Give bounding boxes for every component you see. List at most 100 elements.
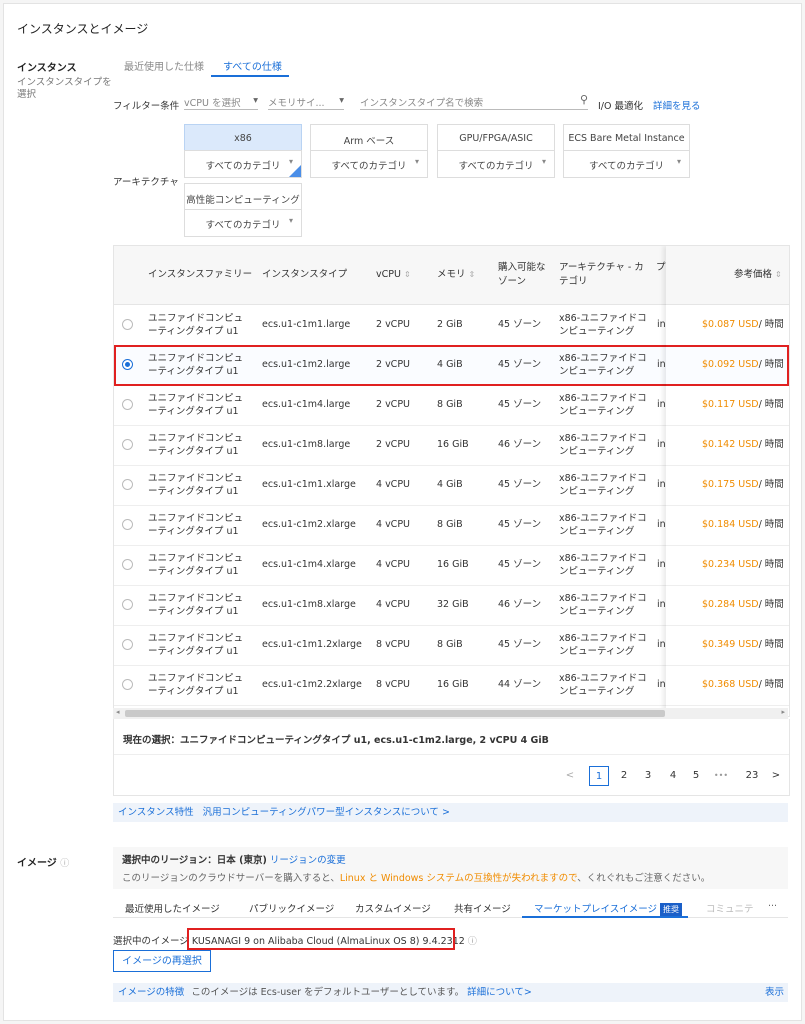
cell-arch: x86-ユニファイドコ ンピューティング xyxy=(559,512,647,538)
arch-card-gpu[interactable]: GPU/FPGA/ASIC すべてのカテゴリ ▾ xyxy=(437,124,555,178)
cell-memory: 4 GiB xyxy=(437,359,463,370)
arch-card-arm[interactable]: Arm ベース すべてのカテゴリ ▾ xyxy=(310,124,428,178)
arch-card-hpc[interactable]: 高性能コンピューティング すべてのカテゴリ ▾ xyxy=(184,183,302,237)
table-row[interactable]: ユニファイドコンピュ ーティングタイプ u1 ecs.u1-c1m8.xlarge 4… xyxy=(114,585,789,626)
sort-icon[interactable]: ⇕ xyxy=(775,270,782,279)
family-line2: ーティングタイプ u1 xyxy=(148,366,239,377)
cell-zones: 45 ゾーン xyxy=(498,319,542,330)
arch-category-select[interactable]: すべてのカテゴリ ▾ xyxy=(184,150,302,178)
tab-recent-images[interactable]: 最近使用したイメージ xyxy=(125,901,220,915)
pagination-ellipsis[interactable]: ••• xyxy=(711,766,731,786)
arch-category-select[interactable]: すべてのカテゴリ ▾ xyxy=(184,209,302,237)
page-5-button[interactable]: 5 xyxy=(686,766,706,786)
arch-category-select[interactable]: すべてのカテゴリ ▾ xyxy=(563,150,690,178)
scrollbar-thumb[interactable] xyxy=(125,710,665,717)
tab-custom-images[interactable]: カスタムイメージ xyxy=(355,901,431,915)
table-row[interactable]: ユニファイドコンピュ ーティングタイプ u1 ecs.u1-c1m2.xlarge 4… xyxy=(114,505,789,546)
cell-vcpu: 2 vCPU xyxy=(376,399,411,410)
region-notice-post: 、くれぐれもご注意ください。 xyxy=(577,873,711,884)
cell-family: ユニファイドコンピュ ーティングタイプ u1 xyxy=(148,592,243,618)
row-radio-button[interactable] xyxy=(122,319,133,330)
horizontal-scrollbar[interactable]: ◂ ▸ xyxy=(113,708,788,719)
family-line2: ーティングタイプ u1 xyxy=(148,686,239,697)
details-link[interactable]: 詳細を見る xyxy=(653,98,701,112)
row-radio-button[interactable] xyxy=(122,399,133,410)
image-feature-bar: イメージの特徴 このイメージは Ecs-user をデフォルトユーザーとしていま… xyxy=(113,983,788,1002)
page-3-button[interactable]: 3 xyxy=(638,766,658,786)
header-memory-label: メモリ xyxy=(437,269,466,280)
table-row[interactable]: ユニファイドコンピュ ーティングタイプ u1 ecs.u1-c1m4.xlarge 4… xyxy=(114,545,789,586)
arch-category-select[interactable]: すべてのカテゴリ ▾ xyxy=(310,150,428,178)
sort-icon[interactable]: ⇕ xyxy=(404,270,411,279)
recommended-badge: 推奨 xyxy=(660,903,683,916)
page-1-button[interactable]: 1 xyxy=(589,766,609,786)
tab-community-images[interactable]: コミュニテ xyxy=(706,901,754,915)
arch-card-title: GPU/FPGA/ASIC xyxy=(459,133,533,144)
table-row[interactable]: ユニファイドコンピュ ーティングタイプ u1 ecs.u1-c1m4.large 2 … xyxy=(114,385,789,426)
search-icon[interactable]: ⚲ xyxy=(580,93,588,106)
help-icon[interactable]: ⓘ xyxy=(60,859,69,869)
row-radio-button[interactable] xyxy=(122,679,133,690)
more-tabs-icon[interactable]: ··· xyxy=(768,901,777,912)
table-row[interactable]: ユニファイドコンピュ ーティングタイプ u1 ecs.u1-c1m2.large 2 … xyxy=(114,345,789,386)
region-line: 選択中のリージョン：日本 (東京) リージョンの変更 xyxy=(122,852,346,866)
arch-category-select[interactable]: すべてのカテゴリ ▾ xyxy=(437,150,555,178)
family-line2: ーティングタイプ u1 xyxy=(148,526,239,537)
instance-feature-link[interactable]: 汎用コンピューティングパワー型インスタンスについて > xyxy=(203,807,450,818)
header-price[interactable]: 参考価格 ⇕ xyxy=(734,268,782,282)
row-radio-button[interactable] xyxy=(122,599,133,610)
cell-memory: 2 GiB xyxy=(437,319,463,330)
arch-card-bare-metal[interactable]: ECS Bare Metal Instance すべてのカテゴリ ▾ xyxy=(563,124,690,178)
row-radio-button[interactable] xyxy=(122,439,133,450)
page-4-button[interactable]: 4 xyxy=(663,766,683,786)
arch-line2: ンピューティング xyxy=(559,606,635,617)
reselect-image-button[interactable]: イメージの再選択 xyxy=(113,950,211,972)
row-radio-button[interactable] xyxy=(122,479,133,490)
tab-recent-specs[interactable]: 最近使用した仕様 xyxy=(124,58,204,73)
cell-memory: 8 GiB xyxy=(437,519,463,530)
image-feature-link[interactable]: 詳細について> xyxy=(467,987,532,998)
instance-feature-bar: インスタンス特性 汎用コンピューティングパワー型インスタンスについて > xyxy=(113,803,788,822)
prev-page-button[interactable]: < xyxy=(560,766,580,786)
sort-icon[interactable]: ⇕ xyxy=(469,270,476,279)
price-value: $0.087 USD xyxy=(702,319,759,330)
arch-card-x86[interactable]: x86 すべてのカテゴリ ▾ xyxy=(184,124,302,178)
scroll-left-icon[interactable]: ◂ xyxy=(116,708,120,716)
page-last-button[interactable]: 23 xyxy=(742,766,762,786)
tab-all-specs[interactable]: すべての仕様 xyxy=(223,58,282,73)
tab-marketplace-images[interactable]: マーケットプレイスイメージ 推奨 xyxy=(534,901,683,916)
header-vcpu[interactable]: vCPU ⇕ xyxy=(376,268,411,282)
page-2-button[interactable]: 2 xyxy=(614,766,634,786)
cell-price: $0.368 USD/ 時間 xyxy=(702,678,784,691)
table-row[interactable]: ユニファイドコンピュ ーティングタイプ u1 ecs.u1-c1m2.2xlarge… xyxy=(114,665,789,706)
header-cut: プ xyxy=(656,262,666,273)
vcpu-select[interactable]: vCPU を選択 ▾ xyxy=(184,95,258,110)
tab-shared-images[interactable]: 共有イメージ xyxy=(454,901,511,915)
next-page-button[interactable]: > xyxy=(766,766,786,786)
table-row[interactable]: ユニファイドコンピュ ーティングタイプ u1 ecs.u1-c1m1.2xlarge… xyxy=(114,625,789,666)
tab-public-images[interactable]: パブリックイメージ xyxy=(249,901,334,915)
row-radio-button[interactable] xyxy=(122,519,133,530)
row-radio-button[interactable] xyxy=(122,639,133,650)
page-title: インスタンスとイメージ xyxy=(17,22,149,36)
row-radio-button[interactable] xyxy=(122,559,133,570)
memory-select[interactable]: メモリサイ... ▾ xyxy=(268,95,344,110)
search-input[interactable]: インスタンスタイプ名で検索 ⚲ xyxy=(360,93,588,110)
region-change-link[interactable]: リージョンの変更 xyxy=(270,855,346,866)
cell-type: ecs.u1-c1m4.xlarge xyxy=(262,559,356,570)
header-memory[interactable]: メモリ ⇕ xyxy=(437,268,475,282)
region-notice-pre: このリージョンのクラウドサーバーを購入すると、 xyxy=(122,873,340,884)
image-feature-label: イメージの特徴 xyxy=(118,987,185,998)
row-radio-button[interactable] xyxy=(122,359,133,370)
help-icon[interactable]: ⓘ xyxy=(468,937,477,947)
arch-line2: ンピューティング xyxy=(559,486,635,497)
instance-sublabel-2: 選択 xyxy=(17,89,37,100)
table-row[interactable]: ユニファイドコンピュ ーティングタイプ u1 ecs.u1-c1m1.xlarge 4… xyxy=(114,465,789,506)
header-zones-line1: 購入可能な xyxy=(498,262,546,273)
arch-line2: ンピューティング xyxy=(559,446,635,457)
scroll-right-icon[interactable]: ▸ xyxy=(781,708,785,716)
table-row[interactable]: ユニファイドコンピュ ーティングタイプ u1 ecs.u1-c1m8.large 2 … xyxy=(114,425,789,466)
cell-arch: x86-ユニファイドコ ンピューティング xyxy=(559,392,647,418)
table-row[interactable]: ユニファイドコンピュ ーティングタイプ u1 ecs.u1-c1m1.large 2 … xyxy=(114,305,789,346)
show-link[interactable]: 表示 xyxy=(765,983,784,1002)
